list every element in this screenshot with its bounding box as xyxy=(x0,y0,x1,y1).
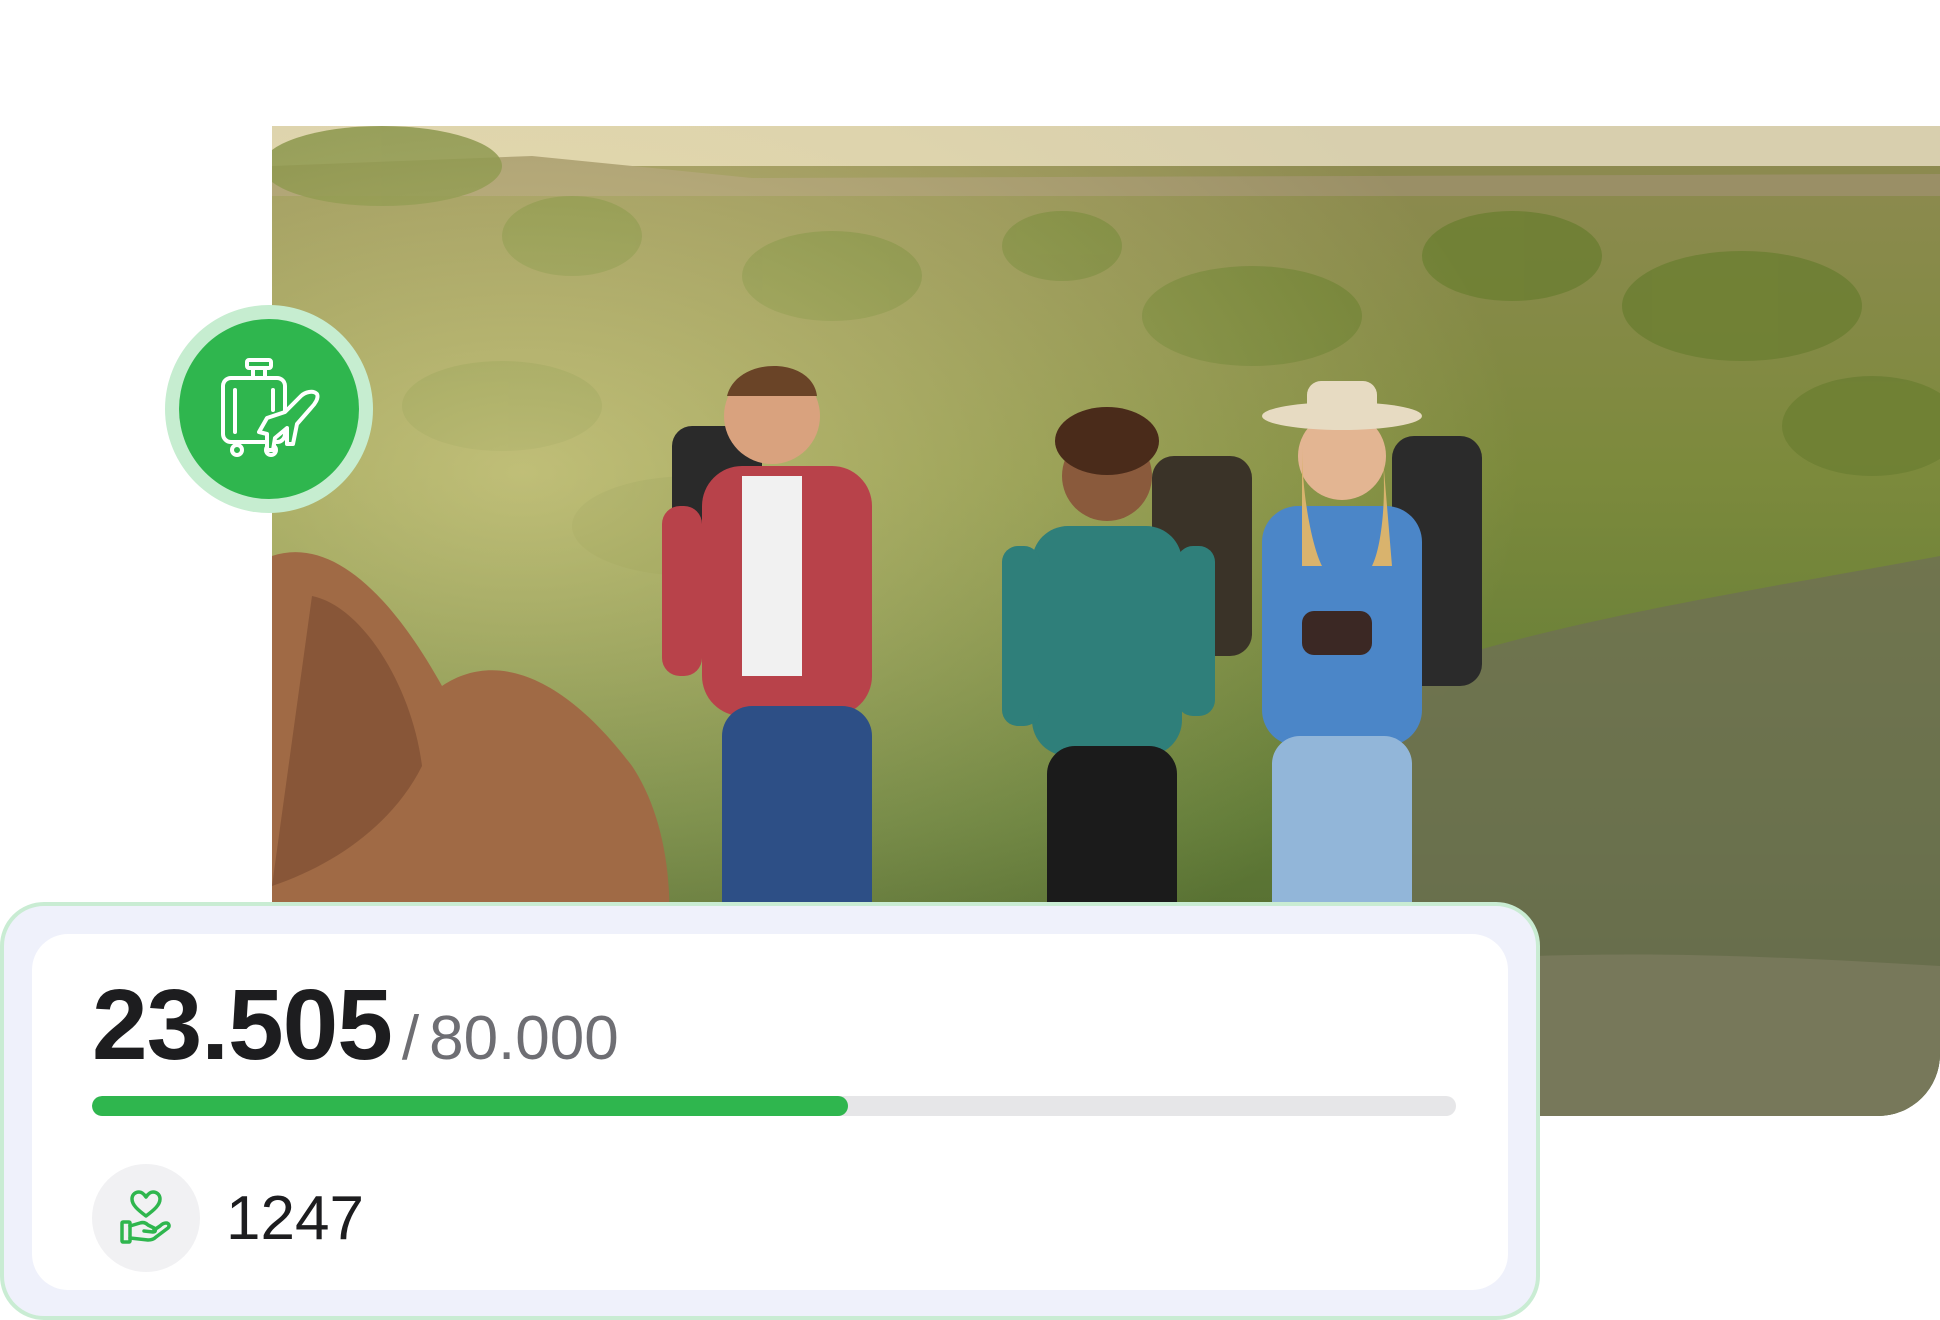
fundraiser-preview: 23.505/80.000 1247 xyxy=(0,0,1940,1320)
donation-card: 23.505/80.000 1247 xyxy=(0,902,1540,1320)
progress-bar-fill xyxy=(92,1096,848,1116)
luggage-airplane-icon xyxy=(221,358,320,457)
amount-goal: 80.000 xyxy=(429,1004,619,1073)
amount-separator: / xyxy=(401,1004,420,1073)
donors-row: 1247 xyxy=(92,1164,364,1272)
amount-raised: 23.505 xyxy=(92,969,393,1081)
amount-row: 23.505/80.000 xyxy=(92,968,619,1083)
category-badge xyxy=(165,305,373,513)
donors-count: 1247 xyxy=(226,1183,364,1253)
heart-hand-icon xyxy=(120,1190,171,1244)
donation-card-body: 23.505/80.000 1247 xyxy=(32,934,1508,1290)
donors-icon-circle xyxy=(92,1164,200,1272)
category-badge-inner xyxy=(179,319,359,499)
progress-bar xyxy=(92,1096,1456,1116)
